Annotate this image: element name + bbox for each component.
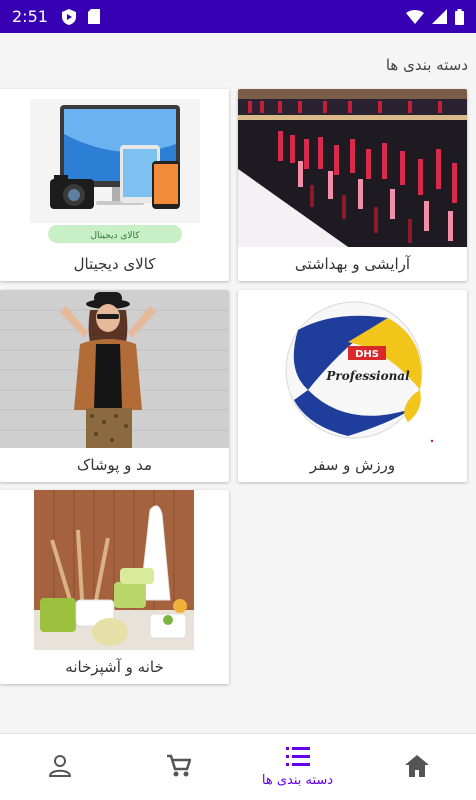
cart-icon [166, 754, 192, 782]
person-icon [48, 754, 71, 781]
volleyball-image: DHS Professional [238, 290, 467, 448]
fashion-image [0, 290, 229, 448]
digital-banner-text: کالای دیجیتال [90, 231, 140, 241]
list-icon [285, 747, 310, 771]
nav-categories[interactable]: دسته بندی ها [238, 734, 357, 800]
nav-home[interactable] [357, 734, 476, 800]
status-bar: 2:51 [0, 0, 476, 33]
ball-professional-text: Professional [325, 369, 410, 383]
category-label: ورزش و سفر [309, 456, 396, 474]
category-card-sports[interactable]: DHS Professional ورزش و سفر [238, 290, 467, 482]
category-card-kitchen[interactable]: خانه و آشپزخانه [0, 490, 229, 684]
status-time: 2:51 [12, 7, 48, 26]
nav-categories-label: دسته بندی ها [261, 773, 334, 788]
wifi-icon [406, 9, 424, 24]
category-label: آرایشی و بهداشتی [294, 255, 411, 273]
home-icon [404, 754, 429, 781]
nav-cart[interactable] [119, 734, 238, 800]
category-card-cosmetics[interactable]: آرایشی و بهداشتی [238, 89, 467, 281]
kitchenware-image [0, 490, 229, 650]
category-label: کالای دیجیتال [73, 255, 156, 273]
category-card-digital[interactable]: کالای دیجیتال کالای دیجیتال [0, 89, 229, 281]
category-label: خانه و آشپزخانه [65, 658, 164, 676]
bottom-navigation: دسته بندی ها [0, 733, 476, 800]
sd-card-icon [87, 9, 100, 24]
page-title: دسته بندی ها [385, 56, 468, 74]
category-label: مد و پوشاک [76, 456, 153, 474]
nav-profile[interactable] [0, 734, 119, 800]
category-card-fashion[interactable]: مد و پوشاک [0, 290, 229, 482]
cosmetics-image [238, 89, 467, 247]
digital-devices-image: کالای دیجیتال [0, 89, 229, 247]
battery-icon [455, 8, 464, 25]
play-protect-icon [61, 8, 76, 25]
signal-icon [432, 9, 447, 24]
ball-brand-text: DHS [355, 349, 379, 360]
